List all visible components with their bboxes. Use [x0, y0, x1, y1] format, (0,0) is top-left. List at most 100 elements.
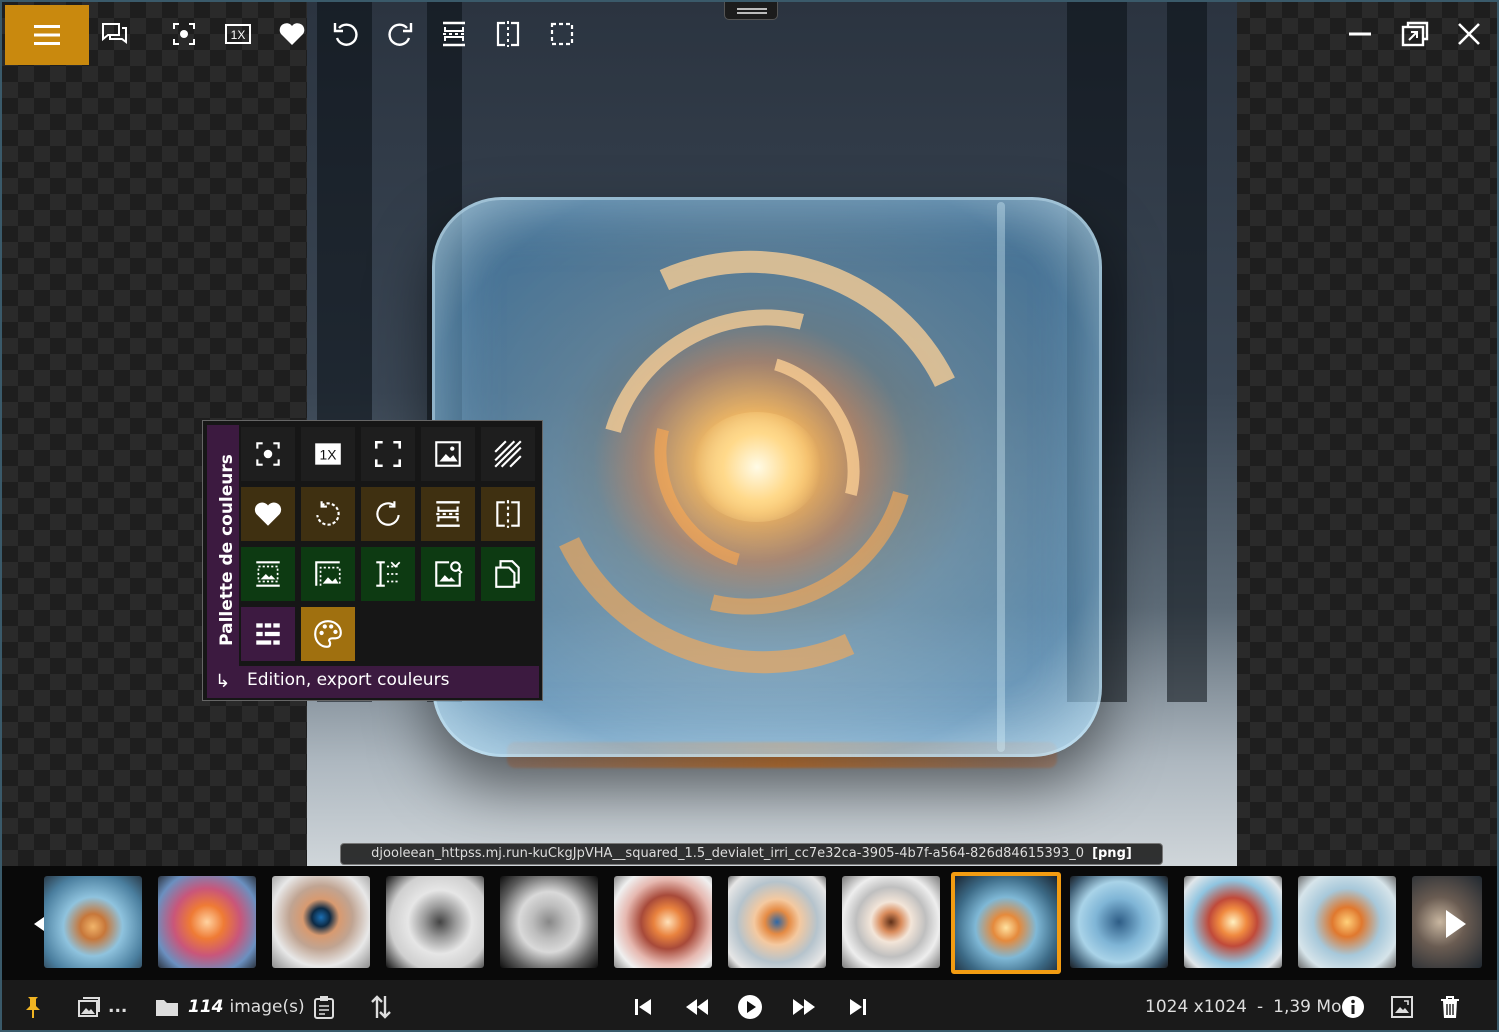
thumbnail-10[interactable]: [1070, 876, 1168, 968]
menu-button[interactable]: [5, 5, 89, 65]
restore-button[interactable]: [1395, 14, 1435, 54]
info-icon: [1342, 996, 1364, 1018]
image-viewer-app: 1X Pallette de couleurs 1X ↳ Edition, ex…: [0, 0, 1499, 1032]
next-image-button[interactable]: [791, 992, 817, 1022]
first-image-button[interactable]: [630, 992, 656, 1022]
image-icon: [435, 441, 461, 467]
palette-title: Pallette de couleurs: [217, 454, 237, 646]
sort-icon: [371, 995, 391, 1019]
restore-icon: [1401, 21, 1429, 47]
minimize-button[interactable]: [1340, 14, 1380, 54]
resize-image-icon: [256, 561, 280, 587]
palette-caption: Edition, export couleurs: [247, 670, 450, 690]
flip-horizontal-button[interactable]: [488, 14, 528, 54]
clipboard-icon: [314, 996, 334, 1019]
info-button[interactable]: [1340, 992, 1366, 1022]
gallery-button[interactable]: ...: [76, 992, 127, 1022]
popup-focus-button[interactable]: [241, 427, 295, 481]
fast-forward-icon: [793, 999, 815, 1015]
crop-button[interactable]: [542, 14, 582, 54]
flip-vertical-icon: [436, 501, 460, 527]
thumbnail-5[interactable]: [500, 876, 598, 968]
menu-icon: [34, 25, 60, 45]
filename-label: djooleean_httpss.mj.run-kuCkgJpVHA__squa…: [340, 843, 1163, 865]
popup-rotate-right-button[interactable]: [361, 487, 415, 541]
focus-button[interactable]: [164, 14, 204, 54]
popup-mosaic-button[interactable]: [241, 607, 295, 661]
popup-color-palette-button[interactable]: [301, 607, 355, 661]
close-button[interactable]: [1449, 14, 1489, 54]
last-image-button[interactable]: [845, 992, 871, 1022]
thumbnail-strip: [2, 866, 1497, 980]
zoom-1x-button[interactable]: 1X: [218, 14, 258, 54]
popup-favorite-button[interactable]: [241, 487, 295, 541]
thumbnail-9-selected[interactable]: [951, 872, 1061, 974]
copy-icon: [495, 560, 520, 588]
favorite-button[interactable]: [272, 14, 312, 54]
svg-text:1X: 1X: [320, 446, 337, 462]
popup-zoom-1x-button[interactable]: 1X: [301, 427, 355, 481]
status-bar: ... 114 image(s) 1024 x1024 - 1,39 Mo: [2, 980, 1497, 1030]
fullscreen-icon: [374, 440, 402, 468]
thumbnail-12[interactable]: [1298, 876, 1396, 968]
thumbnail-4[interactable]: [386, 876, 484, 968]
return-arrow-icon: ↳: [215, 671, 231, 692]
popup-flip-horizontal-button[interactable]: [481, 487, 535, 541]
palette-title-strip: Pallette de couleurs: [207, 425, 239, 667]
thumbnail-1[interactable]: [44, 876, 142, 968]
popup-image-button[interactable]: [421, 427, 475, 481]
trash-icon: [1441, 996, 1459, 1018]
comments-button[interactable]: [94, 14, 134, 54]
popup-trim-button[interactable]: [361, 547, 415, 601]
rotate-right-icon: [376, 501, 400, 526]
thumbnail-11[interactable]: [1184, 876, 1282, 968]
crop-frame-icon: [550, 22, 574, 46]
dimensions-text: 1024 x1024: [1145, 997, 1247, 1017]
hatch-icon: [494, 440, 522, 468]
zoom-1x-icon: 1X: [225, 24, 251, 44]
popup-transparency-button[interactable]: [481, 427, 535, 481]
previous-image-button[interactable]: [684, 992, 710, 1022]
thumbnails-next-button[interactable]: [1436, 896, 1476, 951]
pin-icon: [26, 997, 40, 1018]
fit-image-icon: [1391, 996, 1413, 1018]
rotate-right-icon: [388, 23, 413, 46]
filename-extension: [png]: [1092, 846, 1132, 861]
popup-rotate-left-button[interactable]: [301, 487, 355, 541]
palette-popup: Pallette de couleurs 1X ↳ Edition, expor…: [202, 420, 543, 701]
popup-flip-vertical-button[interactable]: [421, 487, 475, 541]
right-background: [1237, 2, 1497, 867]
slideshow-play-button[interactable]: [737, 992, 763, 1022]
thumbnail-8[interactable]: [842, 876, 940, 968]
popup-fullscreen-button[interactable]: [361, 427, 415, 481]
rotate-left-button[interactable]: [326, 14, 366, 54]
folder-info[interactable]: 114 image(s): [154, 992, 305, 1022]
pin-button[interactable]: [20, 992, 46, 1022]
delete-button[interactable]: [1437, 992, 1463, 1022]
heart-icon: [254, 502, 282, 526]
popup-resize-button[interactable]: [241, 547, 295, 601]
thumbnail-2[interactable]: [158, 876, 256, 968]
popup-image-search-button[interactable]: [421, 547, 475, 601]
filesize-text: 1,39 Mo: [1273, 997, 1342, 1017]
clipboard-button[interactable]: [311, 992, 337, 1022]
gallery-icon: [78, 997, 100, 1017]
thumbnail-7[interactable]: [728, 876, 826, 968]
focus-icon: [173, 23, 195, 45]
popup-copy-button[interactable]: [481, 547, 535, 601]
focus-icon: [256, 442, 280, 466]
flip-vertical-button[interactable]: [434, 14, 474, 54]
popup-canvas-button[interactable]: [301, 547, 355, 601]
folder-icon: [156, 1000, 178, 1016]
sort-button[interactable]: [368, 992, 394, 1022]
filename-text: djooleean_httpss.mj.run-kuCkgJpVHA__squa…: [371, 846, 1085, 861]
gallery-ellipsis: ...: [108, 997, 128, 1017]
top-toolbar: 1X: [2, 2, 1497, 66]
dimensions-separator: -: [1257, 997, 1264, 1017]
triangle-right-icon: [1446, 909, 1466, 938]
fit-image-button[interactable]: [1389, 992, 1415, 1022]
thumbnail-3[interactable]: [272, 876, 370, 968]
rotate-right-button[interactable]: [380, 14, 420, 54]
heart-icon: [279, 23, 305, 45]
thumbnail-6[interactable]: [614, 876, 712, 968]
